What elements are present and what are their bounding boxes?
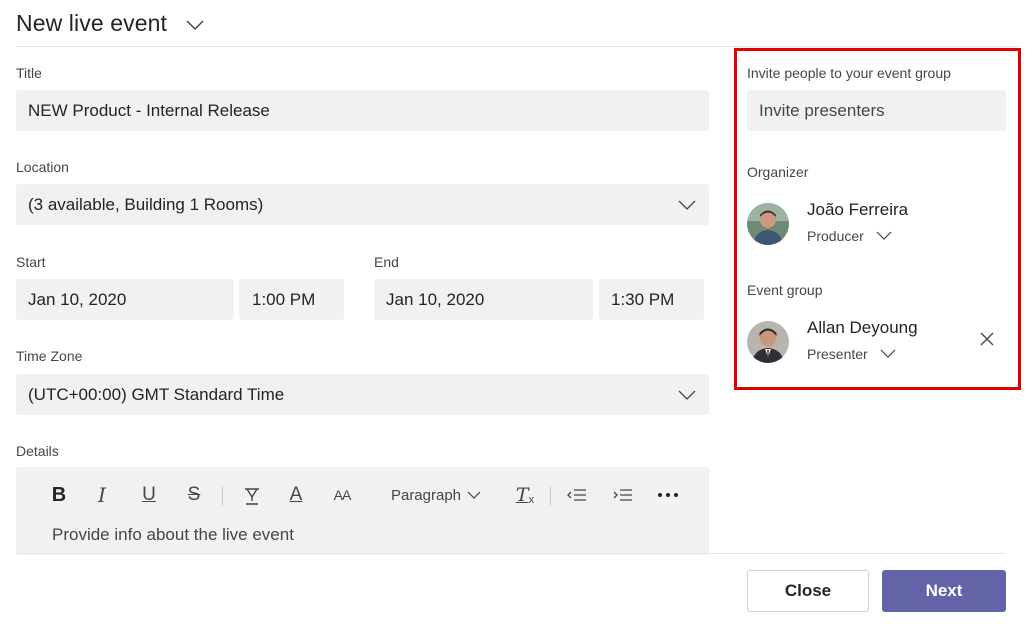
start-time-picker[interactable]: 1:00 PM [239,279,344,320]
avatar [747,203,789,245]
organizer-role-dropdown[interactable]: Producer [807,228,892,244]
close-button[interactable]: Close [747,570,869,612]
chevron-down-icon [467,491,481,499]
increase-indent-icon[interactable] [612,483,634,507]
avatar [747,321,789,363]
timezone-label: Time Zone [16,348,83,364]
location-dropdown-value: (3 available, Building 1 Rooms) [28,194,264,214]
paragraph-dropdown[interactable]: Paragraph [390,483,482,507]
invite-presenters-input[interactable]: Invite presenters [747,90,1006,131]
start-date-picker[interactable]: Jan 10, 2020 [16,279,234,320]
end-label: End [374,254,399,270]
details-label: Details [16,443,59,459]
details-editor[interactable]: B I U S A AA Paragraph Tx Provide info a… [16,467,709,555]
invite-presenters-placeholder: Invite presenters [759,100,885,120]
invite-label: Invite people to your event group [747,65,951,81]
chevron-down-icon [876,231,892,240]
organizer-role-label: Producer [807,228,864,244]
timezone-dropdown-value: (UTC+00:00) GMT Standard Time [28,384,285,404]
chevron-down-icon [678,200,696,210]
paragraph-dropdown-label: Paragraph [390,486,462,504]
end-time-picker[interactable]: 1:30 PM [599,279,704,320]
next-button[interactable]: Next [882,570,1006,612]
end-date-value: Jan 10, 2020 [386,289,485,309]
dialog-header: New live event [16,8,205,38]
clear-formatting-subscript: x [528,494,535,506]
location-label: Location [16,159,69,175]
start-label: Start [16,254,46,270]
start-time-value: 1:00 PM [252,289,316,309]
organizer-name: João Ferreira [807,200,909,219]
footer-divider [16,553,1006,554]
more-options-icon[interactable] [656,483,680,507]
header-divider [16,46,1020,47]
underline-icon[interactable]: U [140,483,158,507]
toolbar-separator [222,487,223,505]
italic-icon[interactable]: I [94,483,110,507]
strikethrough-icon[interactable]: S [184,483,204,507]
timezone-dropdown[interactable]: (UTC+00:00) GMT Standard Time [16,374,709,415]
chevron-down-icon[interactable] [185,18,205,32]
details-placeholder: Provide info about the live event [52,525,294,544]
close-icon[interactable] [980,332,994,346]
organizer-avatar-image [747,203,789,245]
end-time-value: 1:30 PM [611,289,675,309]
font-size-icon[interactable]: AA [332,483,352,507]
clear-formatting-icon[interactable]: Tx [514,483,536,507]
start-date-value: Jan 10, 2020 [28,289,127,309]
member-avatar-image [747,321,789,363]
title-input[interactable]: NEW Product - Internal Release [16,90,709,131]
clear-formatting-letter: T [515,484,529,506]
member-role-label: Presenter [807,346,868,362]
highlight-icon[interactable] [242,483,262,507]
member-role-dropdown[interactable]: Presenter [807,346,896,362]
chevron-down-icon [880,349,896,358]
end-date-picker[interactable]: Jan 10, 2020 [374,279,593,320]
font-color-icon[interactable]: A [288,483,304,507]
organizer-label: Organizer [747,164,809,180]
event-group-label: Event group [747,282,823,298]
decrease-indent-icon[interactable] [566,483,588,507]
member-name: Allan Deyoung [807,318,918,337]
chevron-down-icon [678,390,696,400]
location-dropdown[interactable]: (3 available, Building 1 Rooms) [16,184,709,225]
bold-icon[interactable]: B [50,483,68,507]
title-label: Title [16,65,42,81]
title-input-value: NEW Product - Internal Release [28,100,270,120]
toolbar-separator [550,487,551,505]
dialog-title: New live event [16,9,167,36]
